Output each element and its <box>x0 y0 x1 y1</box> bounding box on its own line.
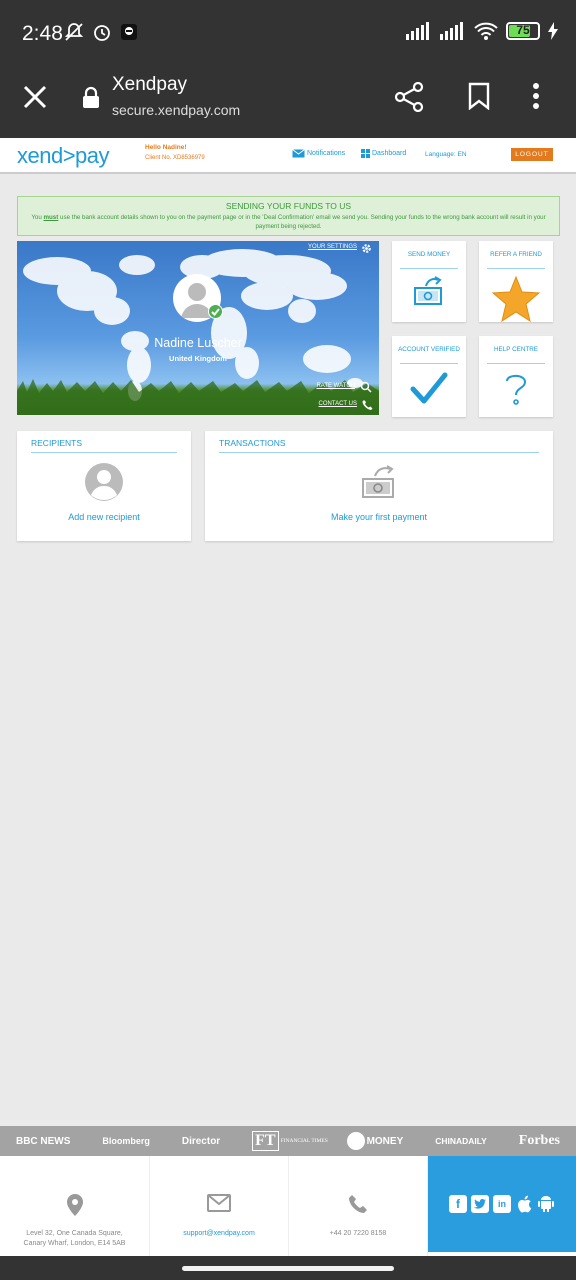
add-new-recipient-link[interactable]: Add new recipient <box>17 512 191 522</box>
question-mark-icon <box>506 374 527 405</box>
rate-watch-icon[interactable] <box>360 381 372 393</box>
director-logo: Director <box>181 1135 221 1147</box>
press-logos: BBC NEWS Bloomberg Director FT FINANCIAL… <box>0 1126 576 1156</box>
star-icon <box>492 276 540 322</box>
twitter-icon[interactable] <box>471 1195 489 1213</box>
more-options-icon[interactable] <box>532 82 540 110</box>
bell-off-icon <box>64 23 84 41</box>
account-verified-tile[interactable]: ACCOUNT VERIFIED <box>392 336 466 417</box>
bbc-news-logo: BBC NEWS <box>15 1135 71 1147</box>
payment-money-icon <box>362 465 394 498</box>
envelope-icon <box>207 1194 231 1212</box>
language-selector[interactable]: Language: EN <box>425 151 467 158</box>
share-icon[interactable] <box>394 82 424 112</box>
transactions-title: TRANSACTIONS <box>219 438 286 448</box>
charging-icon <box>548 22 558 40</box>
linkedin-icon[interactable]: in <box>493 1195 511 1213</box>
phone-icon <box>349 1195 367 1213</box>
greeting: Hello Nadine! <box>145 144 187 151</box>
facebook-icon[interactable]: f <box>449 1195 467 1213</box>
ft-mark: FT <box>252 1131 279 1151</box>
site-header: xend>pay Hello Nadine! Client No. XD8536… <box>0 138 576 174</box>
alert-emphasis: must <box>43 214 59 221</box>
gear-icon[interactable] <box>361 243 372 254</box>
ft-name: FINANCIAL TIMES <box>280 1138 328 1144</box>
home-gesture-bar[interactable] <box>182 1266 394 1271</box>
alert-heading: SENDING YOUR FUNDS TO US <box>225 201 352 211</box>
recipients-title: RECIPIENTS <box>31 438 83 448</box>
help-centre-label: HELP CENTRE <box>494 346 538 353</box>
funds-alert: SENDING YOUR FUNDS TO US You must use th… <box>17 196 560 236</box>
financial-times-logo: FT FINANCIAL TIMES <box>252 1131 328 1151</box>
refer-a-friend-tile[interactable]: REFER A FRIEND <box>479 241 553 322</box>
alarm-icon <box>94 25 110 41</box>
your-settings-link[interactable]: YOUR SETTINGS <box>308 244 357 250</box>
rate-watch-link[interactable]: RATE WATCH <box>316 383 355 389</box>
money-logo: MONEY <box>346 1132 404 1150</box>
forbes-logo: Forbes <box>518 1133 560 1148</box>
footer-phone[interactable]: +44 20 7220 8158 <box>289 1156 428 1256</box>
status-bar: 2:48 75 <box>0 0 576 64</box>
bookmark-icon[interactable] <box>468 82 490 110</box>
logout-button[interactable]: LOGOUT <box>511 148 553 161</box>
profile-hero: YOUR SETTINGS Nadine Luscher United King… <box>17 241 379 415</box>
android-icon[interactable] <box>537 1195 555 1213</box>
nav-notifications-label: Notifications <box>307 150 346 157</box>
alert-body: You must use the bank account details sh… <box>31 214 546 230</box>
recipients-card: RECIPIENTS Add new recipient <box>17 431 191 541</box>
refer-a-friend-label: REFER A FRIEND <box>490 251 542 258</box>
nav-dashboard-label: Dashboard <box>372 150 407 157</box>
bloomberg-logo: Bloomberg <box>102 1136 150 1146</box>
support-email-link[interactable]: support@xendpay.com <box>150 1229 288 1239</box>
xendpay-logo[interactable]: xend>pay <box>17 143 110 169</box>
phone-number[interactable]: +44 20 7220 8158 <box>289 1229 427 1239</box>
footer-email[interactable]: support@xendpay.com <box>150 1156 289 1256</box>
checkmark-icon <box>410 372 448 404</box>
help-centre-tile[interactable]: HELP CENTRE <box>479 336 553 417</box>
footer-address: Level 32, One Canada Square, Canary Whar… <box>0 1156 150 1256</box>
browser-title: Xendpay <box>112 74 188 95</box>
make-first-payment-link[interactable]: Make your first payment <box>205 512 553 522</box>
signal-icon <box>440 22 463 40</box>
recipient-avatar-icon <box>85 463 123 501</box>
battery-icon: 75 <box>506 22 540 40</box>
status-time: 2:48 <box>22 22 63 45</box>
lock-icon <box>83 86 99 108</box>
send-money-label: SEND MONEY <box>407 251 451 258</box>
app-icon <box>121 24 137 40</box>
account-verified-label: ACCOUNT VERIFIED <box>398 346 460 353</box>
address-text: Level 32, One Canada Square, Canary Whar… <box>23 1230 126 1247</box>
user-name: Nadine Luscher <box>154 336 242 350</box>
nav-notifications[interactable]: Notifications <box>292 149 345 158</box>
footer: Level 32, One Canada Square, Canary Whar… <box>0 1156 576 1256</box>
browser-url[interactable]: secure.xendpay.com <box>112 102 240 118</box>
apple-icon[interactable] <box>515 1195 533 1213</box>
contact-us-link[interactable]: CONTACT US <box>319 401 357 407</box>
browser-toolbar: Xendpay secure.xendpay.com <box>0 64 576 138</box>
wifi-icon <box>474 22 498 40</box>
send-money-tile[interactable]: SEND MONEY <box>392 241 466 322</box>
battery-level: 75 <box>516 23 530 37</box>
social-links: f in <box>428 1156 576 1252</box>
client-number: Client No. XD8536979 <box>145 155 205 161</box>
nav-dashboard[interactable]: Dashboard <box>361 149 406 158</box>
system-nav-bar <box>0 1256 576 1280</box>
signal-icon <box>406 22 429 40</box>
money-label: MONEY <box>366 1135 404 1147</box>
china-daily-logo: CHINADAILY <box>435 1136 487 1146</box>
phone-icon[interactable] <box>362 399 373 410</box>
money-circle-icon <box>346 1132 365 1150</box>
verified-check-icon <box>208 304 223 319</box>
envelope-icon <box>292 149 305 158</box>
send-money-icon <box>414 276 442 305</box>
transactions-card: TRANSACTIONS Make your first payment <box>205 431 553 541</box>
user-country: United Kingdom <box>169 354 227 363</box>
dashboard-icon <box>361 149 370 158</box>
location-pin-icon <box>66 1194 83 1216</box>
close-icon[interactable] <box>22 84 48 110</box>
